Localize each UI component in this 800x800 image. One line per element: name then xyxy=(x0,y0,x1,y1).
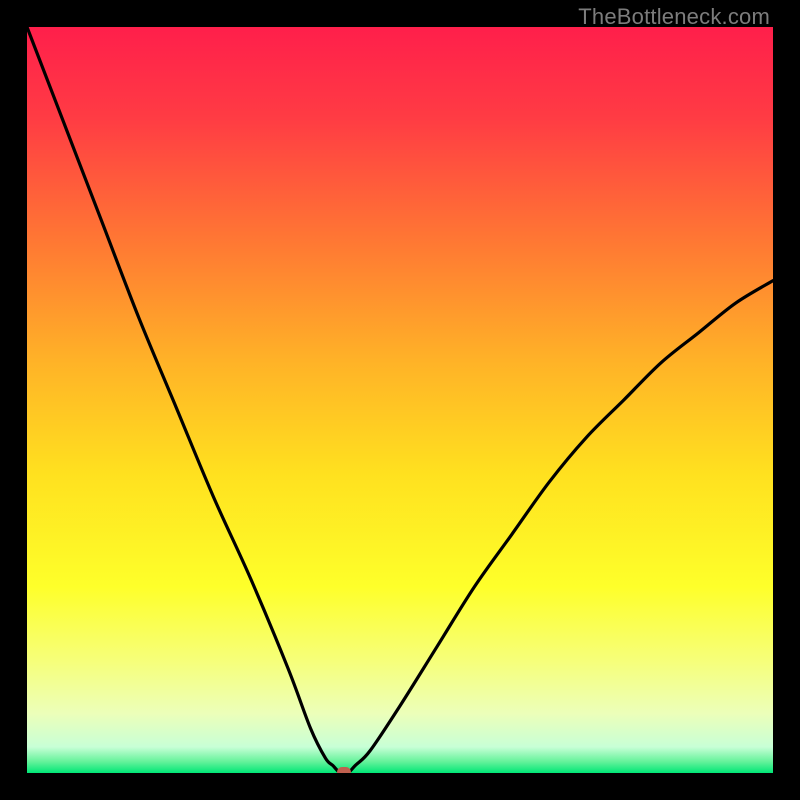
chart-frame: TheBottleneck.com xyxy=(0,0,800,800)
optimal-point-marker xyxy=(337,767,351,773)
plot-area xyxy=(27,27,773,773)
bottleneck-curve xyxy=(27,27,773,773)
watermark-text: TheBottleneck.com xyxy=(578,4,770,30)
